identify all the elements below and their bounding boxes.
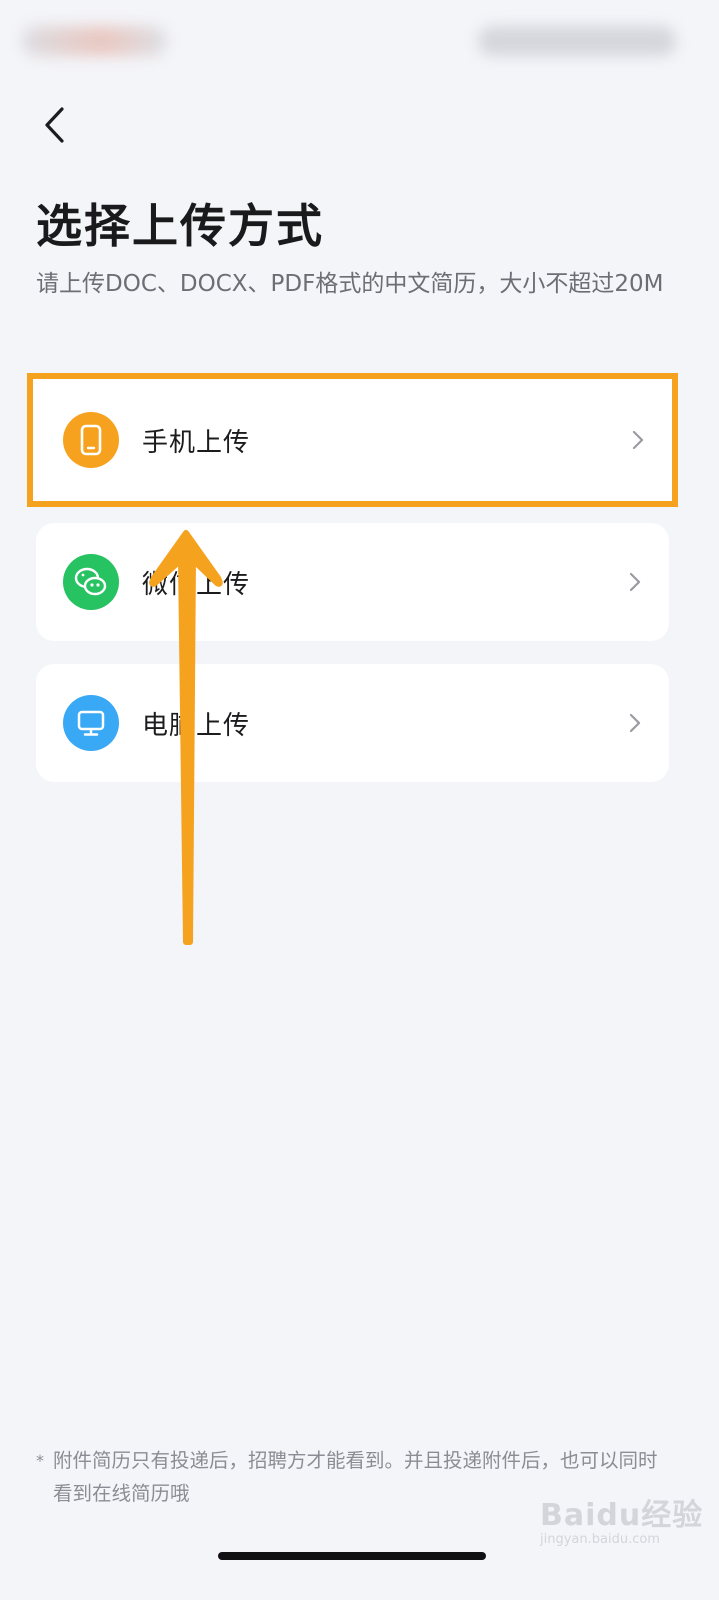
status-bar-right-blurred xyxy=(478,26,676,56)
watermark-brand: Baidu经验 xyxy=(540,1498,704,1533)
watermark-url: jingyan.baidu.com xyxy=(540,1532,660,1547)
option-phone-upload[interactable]: 手机上传 xyxy=(27,373,678,507)
page-title: 选择上传方式 xyxy=(36,199,324,253)
wechat-icon xyxy=(63,554,119,610)
chevron-right-icon xyxy=(628,428,648,452)
status-bar-left-blurred xyxy=(22,26,167,56)
monitor-icon xyxy=(63,695,119,751)
back-button[interactable] xyxy=(30,100,80,150)
chevron-right-icon xyxy=(625,570,645,594)
option-label: 微信上传 xyxy=(142,569,251,600)
option-computer-upload[interactable]: 电脑上传 xyxy=(36,664,669,782)
option-label: 手机上传 xyxy=(142,427,251,458)
option-wechat-upload[interactable]: 微信上传 xyxy=(36,523,669,641)
upload-instructions: 请上传DOC、DOCX、PDF格式的中文简历，大小不超过20M xyxy=(36,271,664,297)
chevron-right-icon xyxy=(625,711,645,735)
option-label: 电脑上传 xyxy=(142,710,251,741)
phone-icon xyxy=(63,412,119,468)
footnote-star: * xyxy=(36,1451,44,1470)
chevron-left-icon xyxy=(45,107,64,143)
home-indicator[interactable] xyxy=(218,1552,486,1560)
watermark: Baidu经验 jingyan.baidu.com xyxy=(540,1490,703,1547)
